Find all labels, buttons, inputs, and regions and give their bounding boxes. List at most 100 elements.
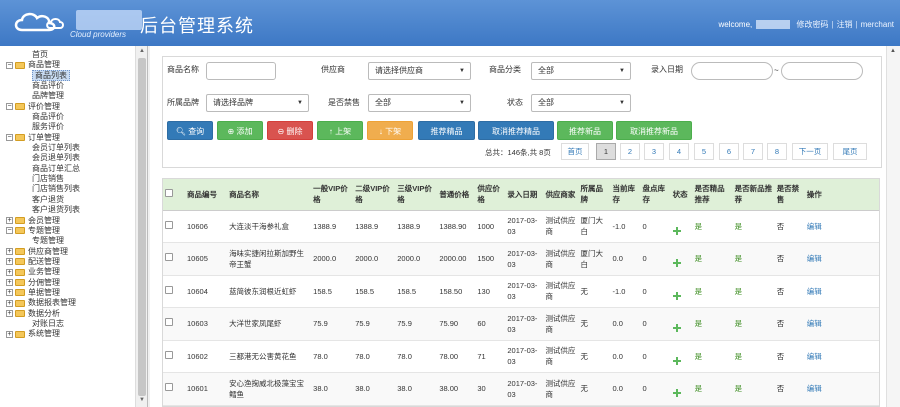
page-2-button[interactable]: 2: [620, 143, 640, 160]
page-scrollbar[interactable]: ▲: [886, 46, 900, 407]
row-checkbox[interactable]: [165, 285, 173, 294]
edit-link[interactable]: 编辑: [804, 340, 879, 373]
date-end-input[interactable]: [781, 62, 863, 80]
product-name-input[interactable]: [206, 62, 276, 80]
change-password-link[interactable]: 修改密码: [796, 20, 828, 29]
page-1-button[interactable]: 1: [596, 143, 616, 160]
sidebar-item[interactable]: 首页: [4, 50, 134, 60]
table-header-row: 商品编号 商品名称 一般VIP价格 二级VIP价格 三级VIP价格 普通价格 供应价格 录入日…: [163, 179, 879, 211]
folder-icon: [15, 299, 25, 307]
sidebar-item[interactable]: + 数据报表管理: [4, 298, 134, 308]
collapse-icon[interactable]: −: [6, 134, 13, 142]
edit-link[interactable]: 编辑: [804, 372, 879, 406]
select-all-header[interactable]: [163, 179, 186, 211]
plus-icon[interactable]: [672, 226, 681, 235]
sidebar-item[interactable]: + 数据分析: [4, 309, 134, 319]
sidebar-item[interactable]: + 供应商管理: [4, 247, 134, 257]
collapse-icon[interactable]: −: [6, 61, 13, 69]
sidebar-item[interactable]: 客户退货列表: [4, 205, 134, 215]
sidebar-item[interactable]: + 系统管理: [4, 329, 134, 339]
plus-icon[interactable]: [672, 291, 681, 300]
add-button[interactable]: ⊕ 添加: [217, 121, 263, 140]
edit-link[interactable]: 编辑: [804, 242, 879, 276]
page-8-button[interactable]: 8: [767, 143, 787, 160]
edit-link[interactable]: 编辑: [804, 307, 879, 341]
sidebar-item[interactable]: 商品评价: [4, 81, 134, 91]
row-checkbox[interactable]: [165, 253, 173, 262]
logout-link[interactable]: 注销: [837, 20, 853, 29]
edit-link[interactable]: 编辑: [804, 210, 879, 243]
sidebar-item[interactable]: 商品订单汇总: [4, 164, 134, 174]
collapse-icon[interactable]: −: [6, 103, 13, 111]
expand-icon[interactable]: +: [6, 258, 13, 266]
expand-icon[interactable]: +: [6, 289, 13, 297]
sidebar-item[interactable]: + 业务管理: [4, 267, 134, 277]
sidebar-item[interactable]: − 订单管理: [4, 133, 134, 143]
sidebar-item[interactable]: + 配送管理: [4, 257, 134, 267]
sidebar-item[interactable]: 商品列表: [4, 69, 134, 81]
expand-icon[interactable]: +: [6, 268, 13, 276]
banned-select[interactable]: 全部 ▼: [368, 94, 471, 112]
scroll-thumb[interactable]: [138, 58, 146, 396]
expand-icon[interactable]: +: [6, 216, 13, 224]
status-select[interactable]: 全部 ▼: [531, 94, 631, 112]
row-checkbox[interactable]: [165, 318, 173, 327]
sidebar-item[interactable]: 会员退单列表: [4, 153, 134, 163]
page-4-button[interactable]: 4: [669, 143, 689, 160]
row-checkbox[interactable]: [165, 383, 173, 392]
page-5-button[interactable]: 5: [694, 143, 714, 160]
first-page-button[interactable]: 首页: [561, 143, 589, 160]
expand-icon[interactable]: +: [6, 299, 13, 307]
page-6-button[interactable]: 6: [719, 143, 739, 160]
date-separator: ~: [774, 66, 779, 75]
sidebar-item[interactable]: 会员订单列表: [4, 143, 134, 153]
query-button[interactable]: 🔍︎ 查询: [167, 121, 213, 140]
sidebar-item[interactable]: 对账日志: [4, 319, 134, 329]
sidebar-item[interactable]: 品牌管理: [4, 91, 134, 101]
cancel-premium-button[interactable]: 取消推荐精品: [478, 121, 554, 140]
scroll-down-icon[interactable]: ▼: [138, 397, 146, 405]
cancel-new-button[interactable]: 取消推荐新品: [616, 121, 692, 140]
category-select[interactable]: 全部 ▼: [531, 62, 631, 80]
sidebar-item[interactable]: 门店销售列表: [4, 184, 134, 194]
off-shelf-button[interactable]: ↓ 下架: [367, 121, 413, 140]
brand-select[interactable]: 请选择品牌 ▼: [206, 94, 309, 112]
delete-button[interactable]: ⊖ 删除: [267, 121, 313, 140]
scroll-up-icon[interactable]: ▲: [890, 48, 896, 54]
plus-icon[interactable]: [672, 259, 681, 268]
page-3-button[interactable]: 3: [644, 143, 664, 160]
sidebar-item[interactable]: 商品评价: [4, 112, 134, 122]
sidebar-item[interactable]: − 评价管理: [4, 102, 134, 112]
page-7-button[interactable]: 7: [743, 143, 763, 160]
sidebar-item[interactable]: 服务评价: [4, 122, 134, 132]
expand-icon[interactable]: +: [6, 278, 13, 286]
collapse-icon[interactable]: −: [6, 227, 13, 235]
sidebar-item[interactable]: + 单据管理: [4, 288, 134, 298]
row-checkbox[interactable]: [165, 350, 173, 359]
expand-icon[interactable]: +: [6, 309, 13, 317]
last-page-button[interactable]: 尾页: [833, 143, 867, 160]
select-all-checkbox[interactable]: [165, 188, 173, 197]
plus-icon[interactable]: [672, 324, 681, 333]
expand-icon[interactable]: +: [6, 247, 13, 255]
sidebar-item[interactable]: + 会员管理: [4, 216, 134, 226]
expand-icon[interactable]: +: [6, 330, 13, 338]
edit-link[interactable]: 编辑: [804, 275, 879, 308]
scroll-up-icon[interactable]: ▲: [138, 48, 146, 56]
plus-icon[interactable]: [672, 389, 681, 398]
sidebar-item[interactable]: 门店销售: [4, 174, 134, 184]
supplier-select[interactable]: 请选择供应商 ▼: [368, 62, 471, 80]
row-checkbox[interactable]: [165, 220, 173, 229]
sidebar-item[interactable]: 客户退货: [4, 195, 134, 205]
sidebar-item[interactable]: + 分佣管理: [4, 278, 134, 288]
sidebar-scrollbar[interactable]: ▲ ▼: [135, 46, 147, 407]
sidebar-item[interactable]: − 专题管理: [4, 226, 134, 236]
status-cell: [670, 307, 693, 341]
next-page-button[interactable]: 下一页: [792, 143, 828, 160]
date-start-input[interactable]: [691, 62, 773, 80]
sidebar-item[interactable]: 专题管理: [4, 236, 134, 246]
on-shelf-button[interactable]: ↑ 上架: [317, 121, 363, 140]
plus-icon[interactable]: [672, 356, 681, 365]
recommend-new-button[interactable]: 推荐新品: [557, 121, 613, 140]
recommend-premium-button[interactable]: 推荐精品: [418, 121, 475, 140]
